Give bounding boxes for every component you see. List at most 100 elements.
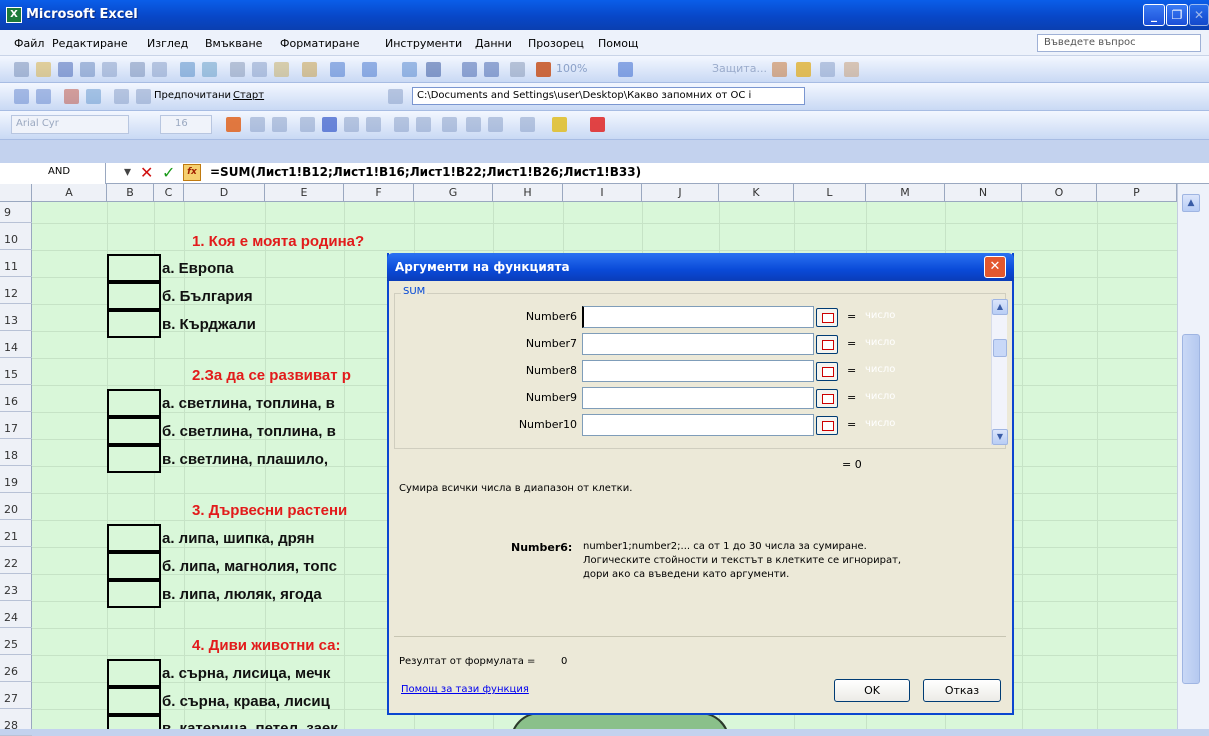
menu-window[interactable]: Прозорец — [528, 37, 584, 50]
collapse-dialog-icon[interactable] — [816, 308, 838, 327]
fill-color-icon[interactable] — [552, 117, 567, 132]
comma-style-icon[interactable] — [442, 117, 457, 132]
row-header[interactable]: 19 — [0, 472, 32, 493]
column-header-o[interactable]: O — [1022, 184, 1097, 202]
row-header[interactable]: 21 — [0, 526, 32, 547]
answer-checkbox[interactable] — [107, 687, 161, 715]
align-right-icon[interactable] — [344, 117, 359, 132]
decrease-decimal-icon[interactable] — [488, 117, 503, 132]
hyperlink-icon[interactable] — [402, 62, 417, 77]
align-center-icon[interactable] — [322, 117, 337, 132]
answer-checkbox[interactable] — [107, 659, 161, 687]
column-header-a[interactable]: A — [32, 184, 107, 202]
argument-input[interactable] — [582, 306, 814, 328]
answer-checkbox[interactable] — [107, 389, 161, 417]
favorites-menu[interactable]: Предпочитани — [154, 90, 231, 101]
row-header[interactable]: 12 — [0, 283, 32, 304]
row-header[interactable]: 13 — [0, 310, 32, 331]
answer-checkbox[interactable] — [107, 417, 161, 445]
protect-button[interactable]: Защита... — [712, 62, 767, 75]
answer-checkbox[interactable] — [107, 715, 161, 729]
print-preview-icon[interactable] — [152, 62, 167, 77]
row-header[interactable]: 24 — [0, 607, 32, 628]
restore-button[interactable]: ❐ — [1166, 4, 1188, 26]
row-header[interactable]: 10 — [0, 229, 32, 250]
row-header[interactable]: 11 — [0, 256, 32, 277]
row-header[interactable]: 20 — [0, 499, 32, 520]
percent-icon[interactable] — [416, 117, 431, 132]
row-header[interactable]: 22 — [0, 553, 32, 574]
answer-checkbox[interactable] — [107, 282, 161, 310]
collapse-dialog-icon[interactable] — [816, 389, 838, 408]
redo-icon[interactable] — [362, 62, 377, 77]
font-size-select[interactable]: 16 — [160, 115, 212, 134]
answer-checkbox[interactable] — [107, 524, 161, 552]
scroll-thumb[interactable] — [1182, 334, 1200, 684]
enter-icon[interactable]: ✓ — [162, 163, 175, 182]
vertical-scrollbar[interactable]: ▲ — [1177, 184, 1209, 729]
collapse-dialog-icon[interactable] — [816, 362, 838, 381]
toolbar-icon-b[interactable] — [796, 62, 811, 77]
row-header[interactable]: 27 — [0, 688, 32, 709]
italic-icon[interactable] — [250, 117, 265, 132]
column-header-l[interactable]: L — [794, 184, 866, 202]
font-color-icon[interactable] — [590, 117, 605, 132]
align-left-icon[interactable] — [300, 117, 315, 132]
answer-checkbox[interactable] — [107, 254, 161, 282]
toolbar-icon-d[interactable] — [844, 62, 859, 77]
scroll-down-arrow-icon[interactable]: ▼ — [992, 429, 1008, 445]
argument-input[interactable] — [582, 333, 814, 355]
close-window-button[interactable]: ✕ — [1189, 4, 1209, 26]
font-select[interactable]: Arial Cyr — [11, 115, 129, 134]
argument-input[interactable] — [582, 387, 814, 409]
merge-center-icon[interactable] — [366, 117, 381, 132]
ask-question-input[interactable]: Въведете въпрос — [1037, 34, 1201, 52]
row-header[interactable]: 14 — [0, 337, 32, 358]
print-icon[interactable] — [130, 62, 145, 77]
open-icon[interactable] — [36, 62, 51, 77]
argument-input[interactable] — [582, 360, 814, 382]
argument-input[interactable] — [582, 414, 814, 436]
format-painter-icon[interactable] — [302, 62, 317, 77]
paste-icon[interactable] — [274, 62, 289, 77]
currency-icon[interactable] — [394, 117, 409, 132]
row-header[interactable]: 15 — [0, 364, 32, 385]
scroll-up-arrow-icon[interactable]: ▲ — [1182, 194, 1200, 212]
sort-descending-icon[interactable] — [484, 62, 499, 77]
answer-checkbox[interactable] — [107, 552, 161, 580]
increase-decimal-icon[interactable] — [466, 117, 481, 132]
zoom-select[interactable]: 100% — [556, 62, 587, 75]
answer-checkbox[interactable] — [107, 310, 161, 338]
column-header-e[interactable]: E — [265, 184, 344, 202]
column-header-i[interactable]: I — [563, 184, 642, 202]
column-header-b[interactable]: B — [107, 184, 154, 202]
row-header[interactable]: 28 — [0, 715, 32, 736]
email-icon[interactable] — [102, 62, 117, 77]
forward-icon[interactable] — [36, 89, 51, 104]
answer-checkbox[interactable] — [107, 580, 161, 608]
answer-checkbox[interactable] — [107, 445, 161, 473]
menu-view[interactable]: Изглед — [147, 37, 188, 50]
column-header-m[interactable]: M — [866, 184, 945, 202]
cut-icon[interactable] — [230, 62, 245, 77]
row-header[interactable]: 17 — [0, 418, 32, 439]
autosum-icon[interactable] — [426, 62, 441, 77]
research-icon[interactable] — [202, 62, 217, 77]
show-web-toolbar-icon[interactable] — [388, 89, 403, 104]
chart-wizard-icon[interactable] — [510, 62, 525, 77]
column-header-c[interactable]: C — [154, 184, 184, 202]
cancel-icon[interactable]: ✕ — [140, 163, 153, 182]
start-menu[interactable]: Старт — [233, 90, 264, 101]
home-icon[interactable] — [114, 89, 129, 104]
row-header[interactable]: 26 — [0, 661, 32, 682]
search-web-icon[interactable] — [136, 89, 151, 104]
column-header-j[interactable]: J — [642, 184, 719, 202]
scroll-up-arrow-icon[interactable]: ▲ — [992, 299, 1008, 315]
menu-file[interactable]: Файл — [14, 37, 44, 50]
dropdown-arrow-icon[interactable]: ▾ — [124, 164, 131, 180]
back-icon[interactable] — [14, 89, 29, 104]
collapse-dialog-icon[interactable] — [816, 416, 838, 435]
menu-insert[interactable]: Вмъкване — [205, 37, 262, 50]
help-icon[interactable] — [618, 62, 633, 77]
column-header-h[interactable]: H — [493, 184, 563, 202]
